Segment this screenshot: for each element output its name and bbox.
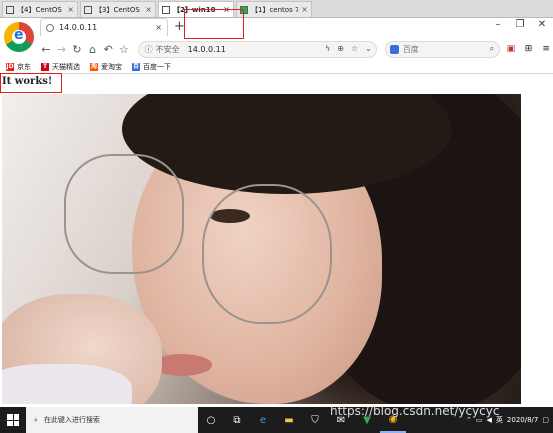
close-icon[interactable]: ×	[301, 5, 308, 14]
star-icon[interactable]: ☆	[351, 44, 358, 53]
bookmark-tmall[interactable]: T 天猫精选	[41, 62, 80, 72]
clock[interactable]: 2020/8/7	[507, 416, 538, 425]
cortana-icon[interactable]: ○	[198, 407, 224, 433]
taskbar-search-placeholder: 在此键入进行搜索	[43, 416, 100, 424]
taskbar-search[interactable]: ⌕ 在此键入进行搜索	[26, 407, 198, 433]
search-icon: ⌕	[34, 415, 38, 424]
file-explorer-icon[interactable]: ▬	[276, 407, 302, 433]
windows-icon	[7, 414, 19, 426]
tmall-icon: T	[41, 63, 49, 71]
bookmark-taobao[interactable]: 淘 爱淘宝	[90, 62, 122, 72]
bookmark-star-icon[interactable]: ☆	[116, 43, 132, 56]
forward-icon[interactable]: →	[54, 43, 70, 56]
back-icon[interactable]: ←	[38, 43, 54, 56]
vm-icon	[6, 5, 14, 14]
bookmark-baidu[interactable]: 百 百度一下	[132, 62, 171, 72]
highlight-box-address	[184, 9, 244, 39]
store-icon[interactable]: ⛉	[302, 407, 328, 433]
browser-tab-title: 14.0.0.11	[59, 23, 98, 32]
baidu-bookmark-icon: 百	[132, 63, 140, 71]
restore-icon[interactable]: ❐	[512, 19, 528, 30]
browser-chrome: 14.0.0.11 × + – ❐ ✕ ← → ↻ ⌂ ↶ ☆ ⓘ 不安全 14…	[0, 18, 553, 74]
bookmark-label: 天猫精选	[52, 63, 80, 71]
bookmark-label: 爱淘宝	[101, 63, 122, 71]
vm-icon	[84, 5, 92, 14]
search-placeholder[interactable]: 百度	[403, 44, 419, 55]
bookmark-label: 京东	[17, 63, 31, 71]
vm-tab-label: 【1】centos 7	[251, 5, 299, 14]
vm-icon	[162, 5, 170, 14]
vm-tab-centos7-1[interactable]: 【1】centos 7 ×	[236, 1, 312, 17]
browser-tab[interactable]: 14.0.0.11 ×	[40, 18, 168, 36]
clock-date: 2020/8/7	[506, 415, 539, 424]
search-icon[interactable]: ⌕	[490, 44, 494, 54]
portrait-photo	[2, 94, 521, 404]
zoom-icon[interactable]: ⊕	[337, 44, 344, 53]
url-text[interactable]: 14.0.0.11	[188, 45, 226, 54]
address-tools: ϟ ⊕ ☆ ⌄	[325, 44, 372, 53]
home-icon[interactable]: ⌂	[85, 43, 101, 56]
undo-icon[interactable]: ↶	[100, 43, 116, 56]
globe-icon	[46, 23, 54, 32]
close-icon[interactable]: ×	[145, 5, 152, 14]
info-icon[interactable]: ⓘ	[145, 44, 153, 55]
close-icon[interactable]: ×	[67, 5, 74, 14]
highlight-box-heading	[0, 73, 62, 93]
photo-sleeve	[2, 364, 132, 404]
close-tab-icon[interactable]: ×	[155, 23, 162, 32]
search-box[interactable]: 百度 ⌕	[384, 40, 501, 58]
bookmark-jd[interactable]: JD 京东	[6, 62, 31, 72]
close-window-icon[interactable]: ✕	[534, 19, 550, 30]
jd-icon: JD	[6, 63, 14, 71]
vm-tab-strip: 【4】CentOS 7 × 【3】CentOS 7.6 × 【2】win10 ×…	[0, 0, 553, 18]
notification-icon[interactable]: ▢	[542, 416, 549, 424]
edge-icon[interactable]: e	[250, 407, 276, 433]
bookmarks-bar: JD 京东 T 天猫精选 淘 爱淘宝 百 百度一下	[6, 61, 171, 73]
extension-icon[interactable]: ▣	[504, 44, 518, 54]
vm-tab-centos7-4[interactable]: 【4】CentOS 7 ×	[2, 1, 78, 17]
reload-icon[interactable]: ↻	[69, 43, 85, 56]
vm-tab-centos76[interactable]: 【3】CentOS 7.6 ×	[80, 1, 156, 17]
start-button[interactable]	[0, 407, 26, 433]
baidu-icon	[389, 44, 399, 54]
lightning-icon[interactable]: ϟ	[325, 44, 330, 53]
taobao-icon: 淘	[90, 63, 98, 71]
menu-icon[interactable]: ≡	[539, 44, 553, 54]
browser-toolbar: ← → ↻ ⌂ ↶ ☆ ⓘ 不安全 14.0.0.11 ϟ ⊕ ☆ ⌄ 百度 ⌕…	[38, 38, 553, 60]
vm-tab-label: 【4】CentOS 7	[17, 5, 65, 14]
apps-icon[interactable]: ⊞	[522, 44, 536, 54]
security-label: 不安全	[155, 44, 180, 54]
page-content: It works!	[0, 73, 553, 404]
address-bar[interactable]: ⓘ 不安全 14.0.0.11 ϟ ⊕ ☆ ⌄	[137, 40, 377, 58]
photo-glasses-right	[202, 184, 332, 324]
minimize-icon[interactable]: –	[490, 19, 506, 30]
bookmark-label: 百度一下	[143, 63, 171, 71]
browser-logo-icon	[4, 22, 34, 52]
watermark: https://blog.csdn.net/ycycyc	[330, 404, 500, 418]
photo-glasses-left	[64, 154, 184, 274]
chevron-down-icon[interactable]: ⌄	[365, 44, 372, 53]
task-view-icon[interactable]: ⧉	[224, 407, 250, 433]
vm-tab-label: 【3】CentOS 7.6	[95, 5, 142, 14]
